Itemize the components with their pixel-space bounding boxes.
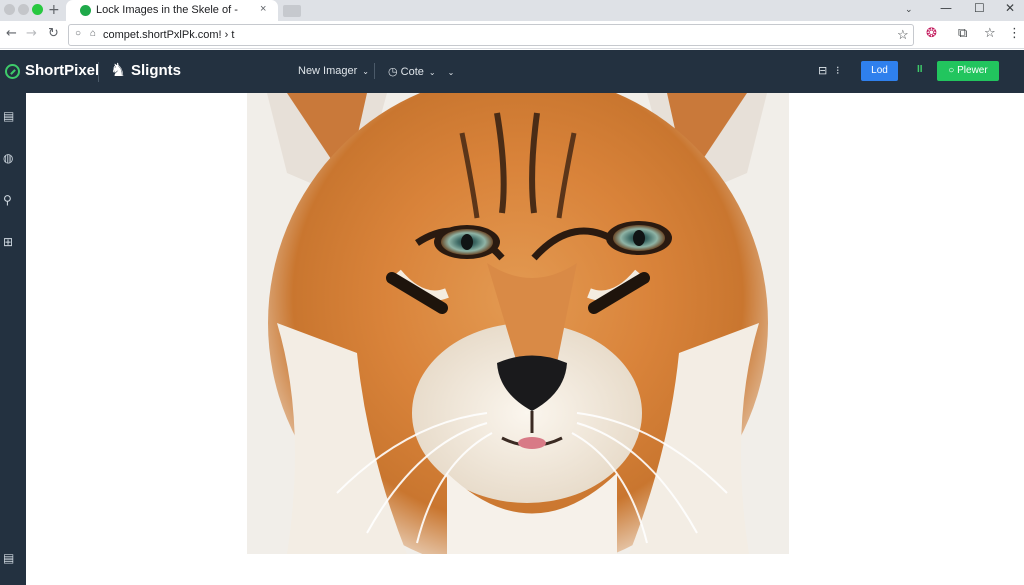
bookmark-icon[interactable]: ☆ — [984, 26, 996, 41]
gallery-icon[interactable]: ⊞ — [3, 235, 13, 249]
browser-tab-active[interactable]: Lock Images in the Skele of - × — [66, 0, 278, 21]
browser-tab-bar: + Lock Images in the Skele of - × ⌄ — ☐ … — [0, 0, 1024, 21]
save-icon[interactable]: ⊟ — [818, 64, 827, 77]
load-button[interactable]: Lod — [861, 61, 898, 81]
lock-icon: ⌂ — [90, 28, 97, 39]
cote-menu[interactable]: ◷ Cote ⌄ ⌄ — [388, 65, 454, 78]
tab-close-icon[interactable]: × — [260, 3, 266, 15]
shield-icon[interactable]: ◍ — [3, 151, 13, 165]
tab-copy-icon[interactable]: ⧉ — [958, 26, 967, 41]
new-image-label: New Imager — [298, 65, 358, 77]
back-icon[interactable]: ← — [6, 26, 17, 41]
window-close-dot[interactable] — [4, 4, 15, 15]
mascot-icon: ♞ — [110, 60, 127, 81]
cat-face-photo[interactable] — [247, 93, 789, 554]
address-bar[interactable]: ○ ⌂ compet.shortPxlPk.com! › t ☆ — [68, 24, 914, 46]
new-image-menu[interactable]: New Imager ⌄ — [298, 65, 369, 77]
cat-face-image — [247, 93, 789, 554]
extension-icon[interactable]: ❂ — [926, 26, 937, 41]
minimize-icon[interactable]: — — [940, 1, 952, 15]
tab-title: Lock Images in the Skele of - — [96, 4, 238, 16]
header-divider — [98, 62, 99, 82]
menu-divider — [374, 63, 375, 79]
favicon-icon — [80, 5, 91, 16]
inactive-tab[interactable] — [283, 5, 301, 17]
browser-menu-icon[interactable]: ⋮ — [1008, 26, 1021, 41]
editor-canvas — [26, 93, 1024, 585]
layers-icon[interactable]: ▤ — [3, 109, 14, 123]
key-icon[interactable]: ⚲ — [3, 193, 12, 207]
left-sidebar: ▤ ◍ ⚲ ⊞ ▤ — [0, 93, 26, 585]
close-window-icon[interactable]: ✕ — [1005, 1, 1015, 15]
cote-label: Cote — [400, 66, 424, 78]
site-info-icon[interactable]: ○ — [75, 28, 81, 39]
reload-icon[interactable]: ↻ — [48, 26, 59, 41]
chevron-down-icon: ⌄ — [362, 67, 369, 76]
window-maximize-dot[interactable] — [32, 4, 43, 15]
browser-toolbar: ← → ↻ ○ ⌂ compet.shortPxlPk.com! › t ☆ — [0, 21, 1024, 49]
app-header: ShortPixel ♞ Slignts New Imager ⌄ ◷ Cote ⌄… — [0, 50, 1024, 93]
chevron-down-icon: ⌄ — [428, 68, 436, 77]
preview-button[interactable]: ○ Plewer — [937, 61, 999, 81]
brand-title[interactable]: Slignts — [131, 62, 181, 79]
pause-icon[interactable]: II — [917, 64, 923, 75]
new-tab-icon[interactable]: + — [48, 2, 60, 18]
clock-icon: ◷ — [388, 66, 398, 78]
url-text[interactable]: compet.shortPxlPk.com! › t — [103, 29, 234, 41]
tab-search-chevron-icon[interactable]: ⌄ — [905, 5, 913, 15]
forward-icon[interactable]: → — [26, 26, 37, 41]
more-options-icon[interactable]: ⁝ — [836, 64, 840, 77]
document-icon[interactable]: ▤ — [3, 551, 14, 565]
window-minimize-dot[interactable] — [18, 4, 29, 15]
chevron-down-icon[interactable]: ⌄ — [448, 68, 455, 77]
bookmark-star-icon[interactable]: ☆ — [897, 27, 909, 43]
shortpixel-logo-icon — [5, 64, 20, 79]
maximize-icon[interactable]: ☐ — [974, 1, 985, 15]
app-logo-text[interactable]: ShortPixel — [25, 62, 99, 79]
